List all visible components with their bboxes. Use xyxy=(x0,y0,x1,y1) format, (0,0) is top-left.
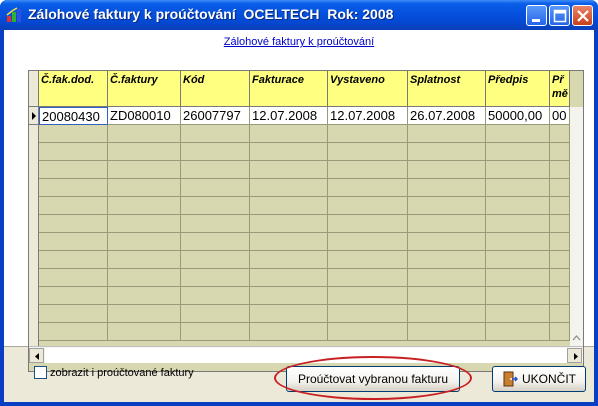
col-header-predpis[interactable]: Předpis xyxy=(486,71,550,107)
panel-title-link[interactable]: Zálohové faktury k proúčtování xyxy=(4,36,594,48)
maximize-button[interactable] xyxy=(549,5,570,26)
cell-predpis[interactable]: 50000,00 xyxy=(486,107,550,125)
empty-row xyxy=(39,287,583,305)
scroll-thumb[interactable] xyxy=(45,348,575,363)
end-button[interactable]: UKONČIT xyxy=(492,366,586,392)
app-icon xyxy=(6,7,21,22)
cell-splatnost[interactable]: 26.07.2008 xyxy=(408,107,486,125)
grid-panel: Zálohové faktury k proúčtování Č.fak.dod… xyxy=(4,30,594,372)
col-header-cfaktury[interactable]: Č.faktury xyxy=(108,71,181,107)
table-row[interactable]: 20080430 ZD080010 26007797 12.07.2008 12… xyxy=(39,107,583,125)
horizontal-scrollbar[interactable] xyxy=(29,346,583,363)
row-indicator-column xyxy=(29,71,39,346)
minimize-icon xyxy=(532,19,540,22)
current-row-indicator xyxy=(29,107,39,125)
process-invoice-button[interactable]: Proúčtovat vybranou fakturu xyxy=(286,366,460,392)
empty-row xyxy=(39,161,583,179)
window-title: Zálohové faktury k proúčtování OCELTECH … xyxy=(28,6,393,22)
cell-cfakdod[interactable]: 20080430 xyxy=(39,107,108,125)
maximize-icon xyxy=(553,9,567,23)
cell-partial[interactable]: 00 xyxy=(550,107,570,125)
show-posted-checkbox[interactable] xyxy=(34,366,47,379)
empty-row xyxy=(39,125,583,143)
client-area: Zálohové faktury k proúčtování Č.fak.dod… xyxy=(4,30,594,402)
invoice-grid[interactable]: Č.fak.dod. Č.faktury Kód Fakturace Vysta… xyxy=(28,70,584,372)
col-header-kod[interactable]: Kód xyxy=(181,71,250,107)
empty-row xyxy=(39,197,583,215)
minimize-button[interactable] xyxy=(526,5,547,26)
window-bottom-border xyxy=(0,402,598,406)
col-header-partial[interactable]: Př mě xyxy=(550,71,570,107)
empty-row xyxy=(39,179,583,197)
close-button[interactable] xyxy=(572,5,593,26)
arrow-right-icon xyxy=(574,353,578,360)
scroll-right-button[interactable] xyxy=(567,348,582,363)
empty-row xyxy=(39,251,583,269)
col-header-splatnost[interactable]: Splatnost xyxy=(408,71,486,107)
show-posted-checkbox-wrap[interactable]: zobrazit i proúčtované faktury xyxy=(34,366,194,379)
exit-door-icon xyxy=(503,371,518,387)
cell-kod[interactable]: 26007797 xyxy=(181,107,250,125)
empty-row xyxy=(39,323,583,341)
title-year: Rok: 2008 xyxy=(327,6,394,22)
close-icon xyxy=(577,10,589,22)
scroll-left-button[interactable] xyxy=(29,348,44,363)
row-pointer-icon xyxy=(32,112,36,120)
show-posted-label: zobrazit i proúčtované faktury xyxy=(50,366,194,379)
empty-row xyxy=(39,305,583,323)
col-header-fakturace[interactable]: Fakturace xyxy=(250,71,328,107)
title-company: OCELTECH xyxy=(243,6,320,22)
grid-body: 20080430 ZD080010 26007797 12.07.2008 12… xyxy=(39,107,583,346)
title-bar[interactable]: Zálohové faktury k proúčtování OCELTECH … xyxy=(0,0,598,30)
end-button-label: UKONČIT xyxy=(522,372,576,386)
col-header-cfakdod[interactable]: Č.fak.dod. xyxy=(39,71,108,107)
grid-header: Č.fak.dod. Č.faktury Kód Fakturace Vysta… xyxy=(39,71,570,107)
app-window: Zálohové faktury k proúčtování OCELTECH … xyxy=(0,0,598,406)
empty-row xyxy=(39,269,583,287)
arrow-left-icon xyxy=(35,353,39,360)
cell-fakturace[interactable]: 12.07.2008 xyxy=(250,107,328,125)
empty-row xyxy=(39,143,583,161)
vertical-scrollbar[interactable] xyxy=(570,107,583,346)
cell-cfaktury[interactable]: ZD080010 xyxy=(108,107,181,125)
empty-row xyxy=(39,233,583,251)
empty-row xyxy=(39,215,583,233)
cell-vystaveno[interactable]: 12.07.2008 xyxy=(328,107,408,125)
col-header-vystaveno[interactable]: Vystaveno xyxy=(328,71,408,107)
scroll-down-arrow-icon[interactable] xyxy=(570,107,583,346)
title-prefix: Zálohové faktury k proúčtování xyxy=(28,6,236,22)
